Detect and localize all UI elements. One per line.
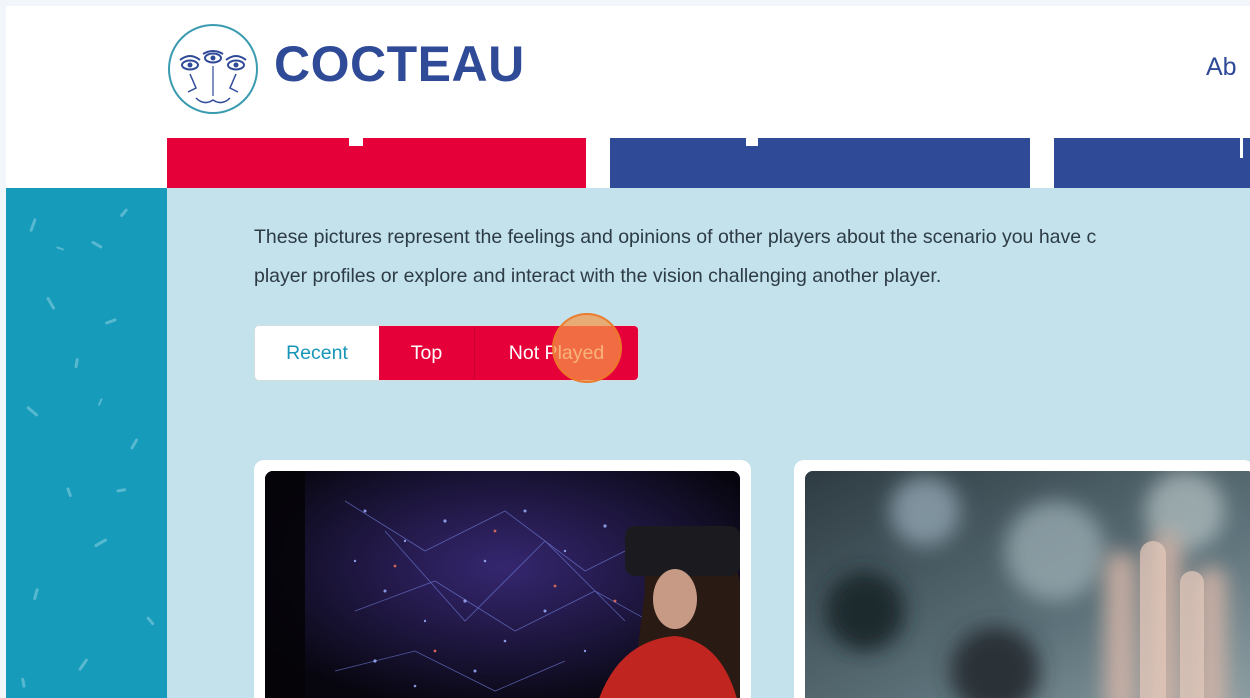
section-tab-blue-2[interactable] — [1054, 138, 1250, 188]
vision-card[interactable] — [794, 460, 1250, 698]
browser-viewport: COCTEAU Ab These pictures represent the … — [6, 6, 1250, 698]
description-text: These pictures represent the feelings an… — [254, 218, 1250, 296]
nav-link-about[interactable]: Ab — [1206, 51, 1237, 83]
section-tab-blue[interactable] — [610, 138, 1030, 188]
filter-recent-button[interactable]: Recent — [255, 326, 379, 380]
confetti-pattern — [21, 208, 155, 688]
decorative-sidebar — [6, 188, 167, 698]
tab-label-fragment — [349, 138, 363, 146]
cocteau-logo-icon[interactable] — [166, 22, 260, 116]
section-tab-red[interactable] — [167, 138, 586, 188]
brand-name[interactable]: COCTEAU — [274, 34, 525, 94]
tab-label-fragment — [746, 138, 758, 146]
vr-headset-image[interactable] — [265, 471, 740, 698]
filter-button-group: Recent Top Not Played — [254, 325, 639, 381]
blurred-hand-image[interactable] — [805, 471, 1250, 698]
filter-top-button[interactable]: Top — [379, 326, 475, 380]
vision-card[interactable] — [254, 460, 751, 698]
filter-not-played-button[interactable]: Not Played — [475, 326, 638, 380]
description-line-1: These pictures represent the feelings an… — [254, 226, 1097, 248]
tab-label-fragment — [1240, 138, 1243, 158]
site-header: COCTEAU Ab — [6, 6, 1250, 138]
description-line-2: player profiles or explore and interact … — [254, 265, 942, 287]
